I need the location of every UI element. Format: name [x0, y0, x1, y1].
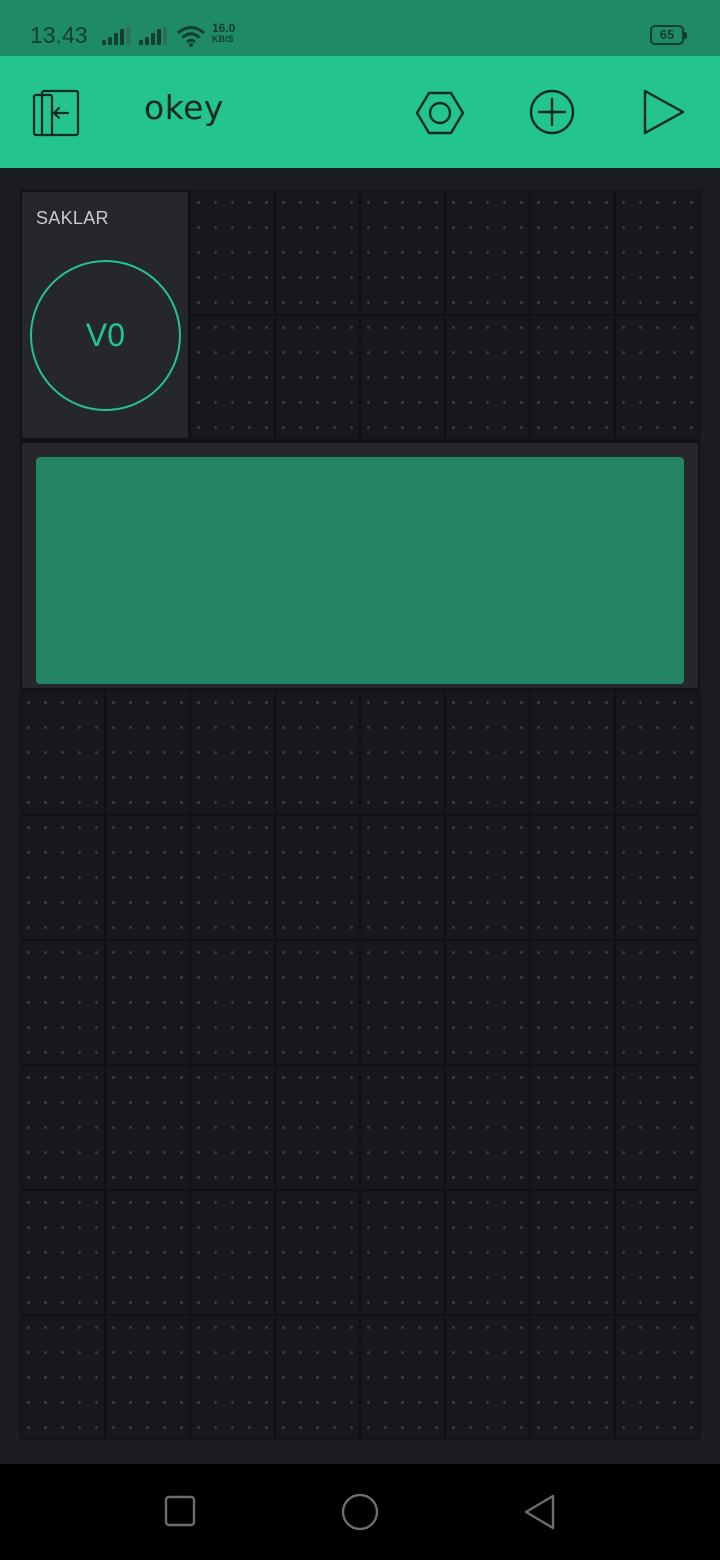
add-widget-button[interactable]: [527, 87, 577, 137]
button-widget[interactable]: SAKLAR V0: [20, 190, 190, 440]
widget-label: SAKLAR: [36, 208, 109, 228]
play-button[interactable]: [639, 87, 689, 137]
lcd-widget[interactable]: [20, 441, 700, 690]
exit-button[interactable]: [30, 89, 82, 141]
widget-pin: V0: [85, 317, 126, 353]
network-speed-value: 16.0: [212, 21, 236, 35]
signal-bars-icon: [139, 27, 167, 45]
home-button[interactable]: [340, 1492, 380, 1532]
add-widget-icon: [529, 89, 575, 135]
network-speed: 16.0 KB/S: [212, 21, 252, 44]
status-time: 13.43: [30, 22, 88, 48]
lcd-screen: [36, 457, 684, 684]
wifi-icon: [177, 26, 205, 47]
back-icon: [524, 1494, 555, 1530]
recent-apps-icon: [164, 1495, 196, 1527]
system-nav-bar: [0, 1464, 720, 1560]
play-icon: [643, 89, 685, 135]
settings-button[interactable]: [414, 87, 466, 139]
signal-bars-icon: [102, 27, 130, 45]
battery-icon: 65: [650, 25, 687, 45]
settings-hexagon-icon: [415, 91, 465, 135]
home-icon: [341, 1493, 379, 1531]
app-title: okey: [144, 88, 224, 127]
status-bar: 13.43 16.0 KB/S 65: [0, 0, 720, 56]
recent-apps-button[interactable]: [163, 1494, 197, 1528]
network-speed-unit: KB/S: [212, 34, 234, 44]
exit-icon: [32, 89, 80, 137]
widget-round-button[interactable]: V0: [30, 260, 181, 411]
battery-level: 65: [659, 27, 675, 42]
app-bar: okey: [0, 56, 720, 168]
back-button[interactable]: [522, 1493, 558, 1531]
